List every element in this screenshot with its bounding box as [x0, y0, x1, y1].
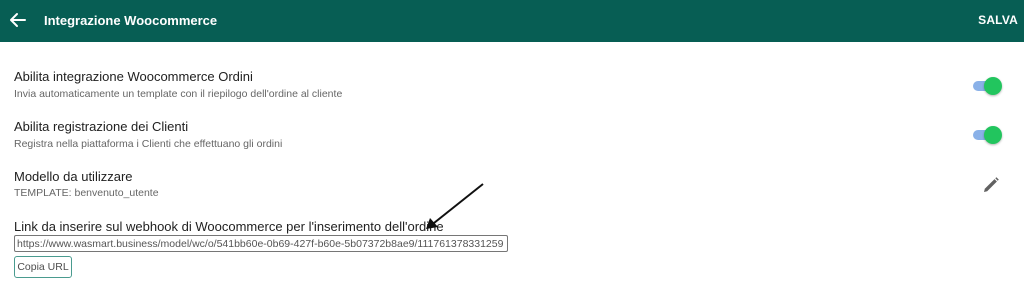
orders-integration-label: Abilita integrazione Woocommerce Ordini	[14, 69, 253, 84]
page-title: Integrazione Woocommerce	[44, 13, 218, 28]
pencil-icon	[984, 177, 999, 192]
customers-registration-label: Abilita registrazione dei Clienti	[14, 119, 189, 134]
annotation-arrow-icon	[426, 183, 484, 229]
template-value: TEMPLATE: benvenuto_utente	[14, 187, 159, 199]
toggle-thumb	[984, 126, 1002, 144]
save-button[interactable]: SALVA	[978, 13, 1018, 27]
orders-integration-description: Invia automaticamente un template con il…	[14, 88, 343, 100]
copy-url-button[interactable]: Copia URL	[14, 256, 72, 278]
back-button[interactable]	[8, 9, 28, 31]
customers-registration-description: Registra nella piattaforma i Clienti che…	[14, 138, 283, 150]
toggle-thumb	[984, 77, 1002, 95]
webhook-label: Link da inserire sul webhook di Woocomme…	[14, 219, 444, 234]
template-label: Modello da utilizzare	[14, 169, 133, 184]
arrow-left-icon	[10, 13, 26, 27]
app-header: Integrazione Woocommerce SALVA	[0, 0, 1024, 42]
orders-integration-toggle[interactable]	[972, 77, 1002, 95]
webhook-url-field[interactable]	[14, 235, 508, 252]
customers-registration-toggle[interactable]	[972, 126, 1002, 144]
edit-template-button[interactable]	[981, 175, 1001, 195]
